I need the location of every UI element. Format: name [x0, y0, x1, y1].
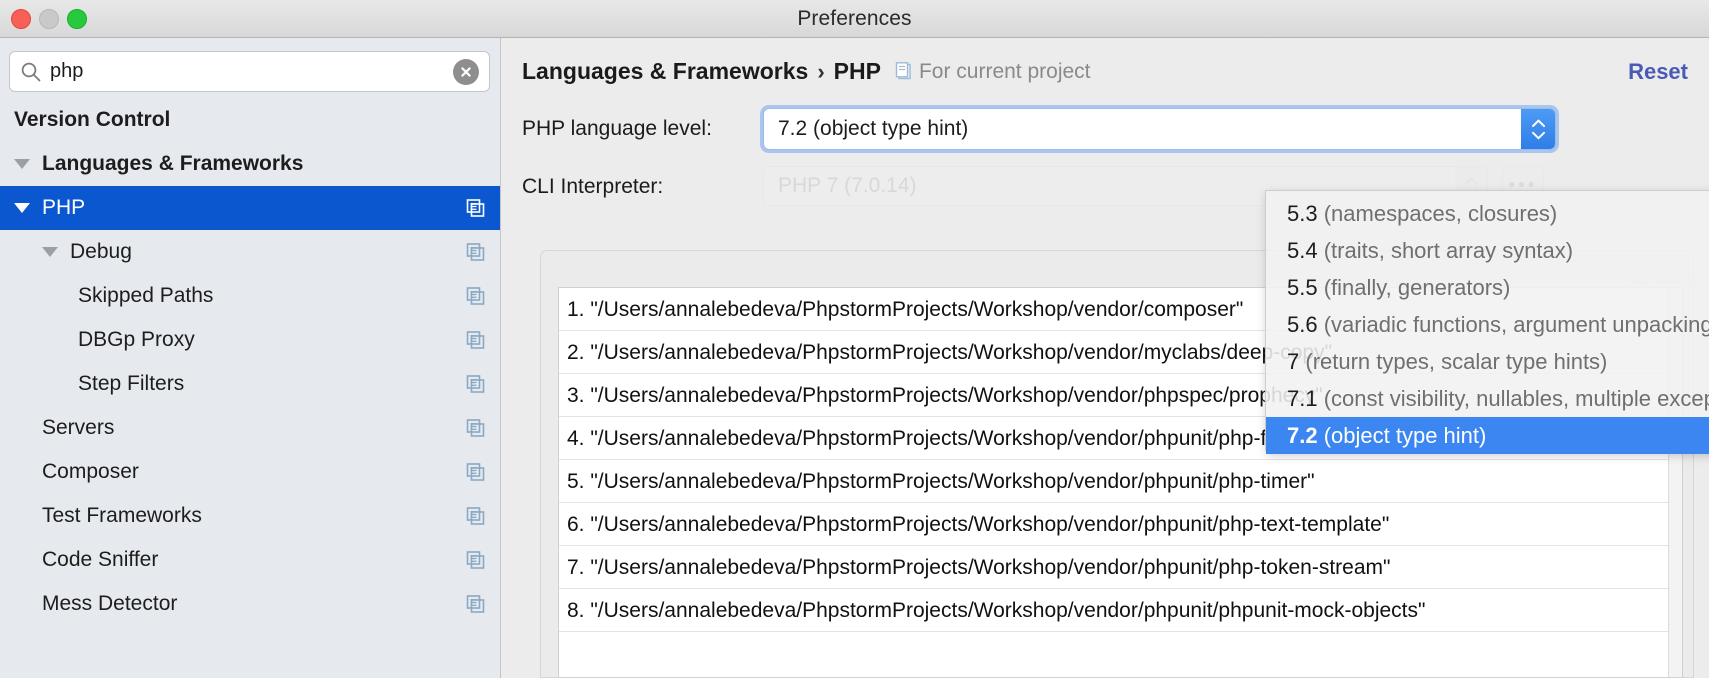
- zoom-button[interactable]: [67, 9, 87, 29]
- minimize-button[interactable]: [39, 9, 59, 29]
- sidebar-item-label: Debug: [70, 240, 132, 263]
- copy-settings-icon[interactable]: [466, 287, 485, 306]
- language-level-option-version: 7.2: [1287, 423, 1318, 448]
- language-level-option-version: 7.1: [1287, 386, 1318, 411]
- chevron-down-icon[interactable]: [42, 247, 58, 257]
- language-level-field: PHP language level:: [522, 108, 712, 150]
- sidebar-item-code-sniffer[interactable]: Code Sniffer: [0, 538, 500, 582]
- language-level-option[interactable]: 5.6 (variadic functions, argument unpack…: [1266, 306, 1709, 343]
- settings-sidebar: Version Control Languages & Frameworks PHP…: [0, 38, 501, 678]
- language-level-option-version: 7: [1287, 349, 1300, 374]
- language-level-option[interactable]: 7.1 (const visibility, nullables, multip…: [1266, 380, 1709, 417]
- copy-settings-icon[interactable]: [466, 551, 485, 570]
- breadcrumb-leaf: PHP: [833, 58, 881, 84]
- language-level-stepper-icon[interactable]: [1521, 109, 1555, 149]
- language-level-option-version: 5.3: [1287, 201, 1318, 226]
- sidebar-item-mess-detector[interactable]: Mess Detector: [0, 582, 500, 626]
- sidebar-item-label: Composer: [42, 460, 139, 483]
- window-controls: [11, 9, 87, 29]
- sidebar-item-label: PHP: [42, 196, 86, 219]
- sidebar-item-step-filters[interactable]: Step Filters: [0, 362, 500, 406]
- search-icon: [20, 61, 42, 83]
- sidebar-item-version-control[interactable]: Version Control: [0, 98, 500, 142]
- language-level-option-description: (object type hint): [1323, 423, 1487, 448]
- project-scope-label: For current project: [918, 59, 1091, 83]
- language-level-option-version: 5.4: [1287, 238, 1318, 263]
- language-level-option[interactable]: 5.5 (finally, generators): [1266, 269, 1709, 306]
- project-scope-icon: [895, 62, 912, 81]
- copy-settings-icon[interactable]: [466, 463, 485, 482]
- include-path-row[interactable]: 8. "/Users/annalebedeva/PhpstormProjects…: [559, 589, 1682, 632]
- sidebar-item-label: Mess Detector: [42, 592, 178, 615]
- language-level-option-description: (traits, short array syntax): [1323, 238, 1574, 263]
- breadcrumb: Languages & Frameworks › PHP For current…: [522, 58, 1091, 85]
- sidebar-item-label: Servers: [42, 416, 115, 439]
- breadcrumb-separator: ›: [817, 58, 825, 84]
- sidebar-item-composer[interactable]: Composer: [0, 450, 500, 494]
- title-bar: Preferences: [0, 0, 1709, 38]
- sidebar-item-test-frameworks[interactable]: Test Frameworks: [0, 494, 500, 538]
- include-path-row[interactable]: 6. "/Users/annalebedeva/PhpstormProjects…: [559, 503, 1682, 546]
- search-input[interactable]: [50, 52, 453, 91]
- language-level-option[interactable]: 5.4 (traits, short array syntax): [1266, 232, 1709, 269]
- sidebar-item-label: Test Frameworks: [42, 504, 202, 527]
- copy-settings-icon[interactable]: [466, 419, 485, 438]
- cli-interpreter-label: CLI Interpreter:: [522, 175, 664, 198]
- sidebar-item-servers[interactable]: Servers: [0, 406, 500, 450]
- copy-settings-icon[interactable]: [466, 243, 485, 262]
- cli-interpreter-field: CLI Interpreter:: [522, 166, 663, 208]
- language-level-option-description: (variadic functions, argument unpacking): [1323, 312, 1709, 337]
- close-button[interactable]: [11, 9, 31, 29]
- language-level-label: PHP language level:: [522, 117, 712, 140]
- search-box[interactable]: [9, 51, 490, 92]
- language-level-option-description: (namespaces, closures): [1323, 201, 1558, 226]
- breadcrumb-root[interactable]: Languages & Frameworks: [522, 58, 808, 85]
- sidebar-item-label: Version Control: [14, 108, 171, 131]
- copy-settings-icon[interactable]: [466, 375, 485, 394]
- copy-settings-icon[interactable]: [466, 331, 485, 350]
- language-level-option-version: 5.5: [1287, 275, 1318, 300]
- language-level-option[interactable]: 7.2 (object type hint): [1266, 417, 1709, 454]
- sidebar-item-debug[interactable]: Debug: [0, 230, 500, 274]
- include-path-row[interactable]: 7. "/Users/annalebedeva/PhpstormProjects…: [559, 546, 1682, 589]
- language-level-value: 7.2 (object type hint): [778, 117, 969, 140]
- include-path-row[interactable]: 5. "/Users/annalebedeva/PhpstormProjects…: [559, 460, 1682, 503]
- language-level-combobox[interactable]: 7.2 (object type hint): [763, 108, 1556, 150]
- language-level-option-version: 5.6: [1287, 312, 1318, 337]
- sidebar-item-skipped-paths[interactable]: Skipped Paths: [0, 274, 500, 318]
- copy-settings-icon[interactable]: [466, 199, 485, 218]
- language-level-dropdown[interactable]: 5.3 (namespaces, closures) 5.4 (traits, s…: [1265, 190, 1709, 454]
- sidebar-item-label: Languages & Frameworks: [42, 152, 304, 175]
- sidebar-item-label: Code Sniffer: [42, 548, 159, 571]
- language-level-option[interactable]: 7 (return types, scalar type hints): [1266, 343, 1709, 380]
- language-level-option[interactable]: 5.3 (namespaces, closures): [1266, 195, 1709, 232]
- language-level-option-description: (return types, scalar type hints): [1305, 349, 1608, 374]
- copy-settings-icon[interactable]: [466, 507, 485, 526]
- reset-button[interactable]: Reset: [1628, 59, 1688, 85]
- settings-tree: Version Control Languages & Frameworks PHP…: [0, 98, 500, 626]
- chevron-down-icon[interactable]: [14, 203, 30, 213]
- sidebar-item-label: Step Filters: [78, 372, 185, 395]
- sidebar-item-dbgp-proxy[interactable]: DBGp Proxy: [0, 318, 500, 362]
- language-level-option-description: (finally, generators): [1323, 275, 1511, 300]
- sidebar-item-php[interactable]: PHP: [0, 186, 500, 230]
- sidebar-item-label: Skipped Paths: [78, 284, 214, 307]
- sidebar-item-label: DBGp Proxy: [78, 328, 195, 351]
- preferences-window: Preferences Version Control Languages & F…: [0, 0, 1709, 678]
- settings-content-pane: Languages & Frameworks › PHP For current…: [502, 38, 1709, 678]
- sidebar-item-languages-frameworks[interactable]: Languages & Frameworks: [0, 142, 500, 186]
- copy-settings-icon[interactable]: [466, 595, 485, 614]
- chevron-down-icon[interactable]: [14, 159, 30, 169]
- clear-search-icon[interactable]: [453, 58, 479, 85]
- language-level-option-description: (const visibility, nullables, multiple e…: [1323, 386, 1709, 411]
- window-title: Preferences: [797, 6, 912, 30]
